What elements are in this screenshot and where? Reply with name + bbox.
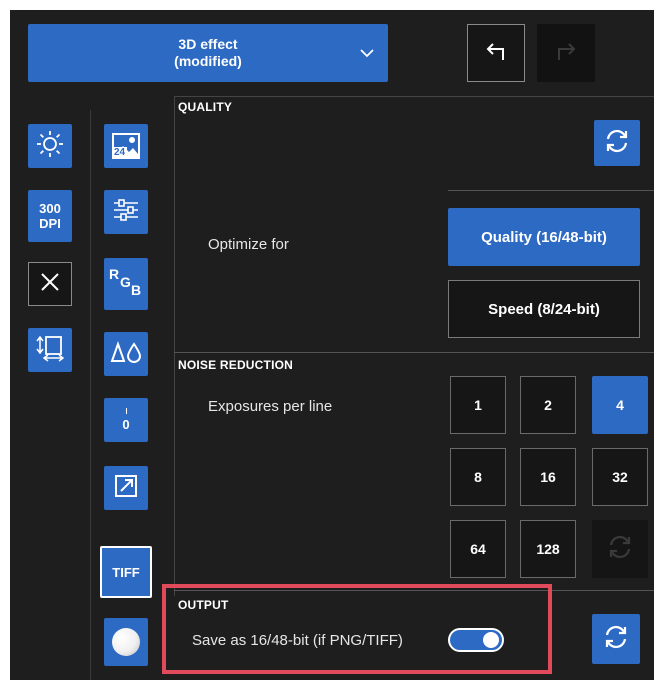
levels-icon: [110, 340, 142, 368]
dpi-unit: DPI: [39, 216, 61, 231]
exposure-label: 32: [612, 469, 628, 485]
exposure-option-4[interactable]: 4: [592, 376, 648, 434]
brightness-icon: [35, 129, 65, 164]
divider: [448, 190, 654, 191]
rgb-g: G: [120, 274, 131, 290]
rgb-icon: R G B: [106, 264, 146, 304]
divider: [174, 96, 175, 596]
preset-name: 3D effect: [178, 36, 238, 52]
refresh-icon: [607, 534, 633, 565]
divider: [90, 110, 91, 680]
exposure-label: 4: [616, 397, 624, 413]
output-reset-button[interactable]: [592, 614, 640, 664]
app-window: 3D effect (modified) 300 DPI 24 R G B 0 …: [10, 10, 654, 680]
quality-option-speed[interactable]: Speed (8/24-bit): [448, 280, 640, 338]
bit-depth-badge: 24: [112, 147, 128, 159]
exposure-option-128[interactable]: 128: [520, 520, 576, 578]
tiff-label: TIFF: [112, 564, 140, 580]
exposure-label: 8: [474, 469, 482, 485]
levels-button[interactable]: [104, 332, 148, 376]
rgb-button[interactable]: R G B: [104, 258, 148, 310]
redo-button[interactable]: [537, 24, 595, 82]
exposure-label: 16: [540, 469, 556, 485]
toggle-knob: [483, 632, 499, 648]
resize-button[interactable]: [28, 328, 72, 372]
quality-option-quality[interactable]: Quality (16/48-bit): [448, 208, 640, 266]
quality-option-label: Quality (16/48-bit): [481, 228, 607, 246]
preset-dropdown[interactable]: 3D effect (modified): [28, 24, 388, 82]
rgb-b: B: [131, 282, 142, 298]
optimize-label: Optimize for: [208, 236, 289, 253]
refresh-icon: [604, 128, 630, 159]
noise-reduction-title: NOISE REDUCTION: [178, 358, 294, 372]
exposure-label: 64: [470, 541, 486, 557]
exposure-option-8[interactable]: 8: [450, 448, 506, 506]
save-16bit-label: Save as 16/48-bit (if PNG/TIFF): [192, 632, 403, 649]
white-ball-button[interactable]: [104, 618, 148, 666]
quality-title: QUALITY: [178, 100, 233, 114]
panel-border: [174, 96, 654, 97]
close-icon: [39, 271, 61, 298]
dpi-value: 300: [39, 201, 61, 216]
image-24-button[interactable]: 24: [104, 124, 148, 168]
preset-state: (modified): [174, 53, 242, 69]
crop-expand-icon: [113, 473, 139, 504]
tiff-button[interactable]: TIFF: [100, 546, 152, 598]
exposure-label: 1: [474, 397, 482, 413]
close-button[interactable]: [28, 262, 72, 306]
exposure-option-64[interactable]: 64: [450, 520, 506, 578]
exposure-option-16[interactable]: 16: [520, 448, 576, 506]
zero-button[interactable]: 0: [104, 398, 148, 442]
exposure-option-1[interactable]: 1: [450, 376, 506, 434]
speed-option-label: Speed (8/24-bit): [488, 300, 600, 318]
exposure-option-2[interactable]: 2: [520, 376, 576, 434]
resize-icon: [34, 332, 66, 369]
divider: [174, 352, 654, 353]
undo-button[interactable]: [467, 24, 525, 82]
sliders-icon: [111, 196, 141, 229]
output-title: OUTPUT: [178, 598, 229, 612]
noise-reset-button: [592, 520, 648, 578]
quality-reset-button[interactable]: [594, 120, 640, 166]
zero-value: 0: [122, 417, 130, 432]
sliders-button[interactable]: [104, 190, 148, 234]
crop-expand-button[interactable]: [104, 466, 148, 510]
chevron-down-icon: [358, 44, 376, 62]
exposures-label: Exposures per line: [208, 398, 333, 415]
undo-icon: [483, 40, 509, 67]
save-16bit-toggle[interactable]: [448, 628, 504, 652]
exposure-option-32[interactable]: 32: [592, 448, 648, 506]
dpi-button[interactable]: 300 DPI: [28, 190, 72, 242]
image-24-icon: 24: [111, 132, 141, 160]
refresh-icon: [603, 624, 629, 655]
redo-icon: [553, 40, 579, 67]
tick-mark: [125, 408, 127, 414]
exposure-label: 2: [544, 397, 552, 413]
rgb-r: R: [109, 266, 120, 282]
white-ball-icon: [112, 628, 140, 656]
exposure-label: 128: [536, 541, 560, 557]
brightness-button[interactable]: [28, 124, 72, 168]
